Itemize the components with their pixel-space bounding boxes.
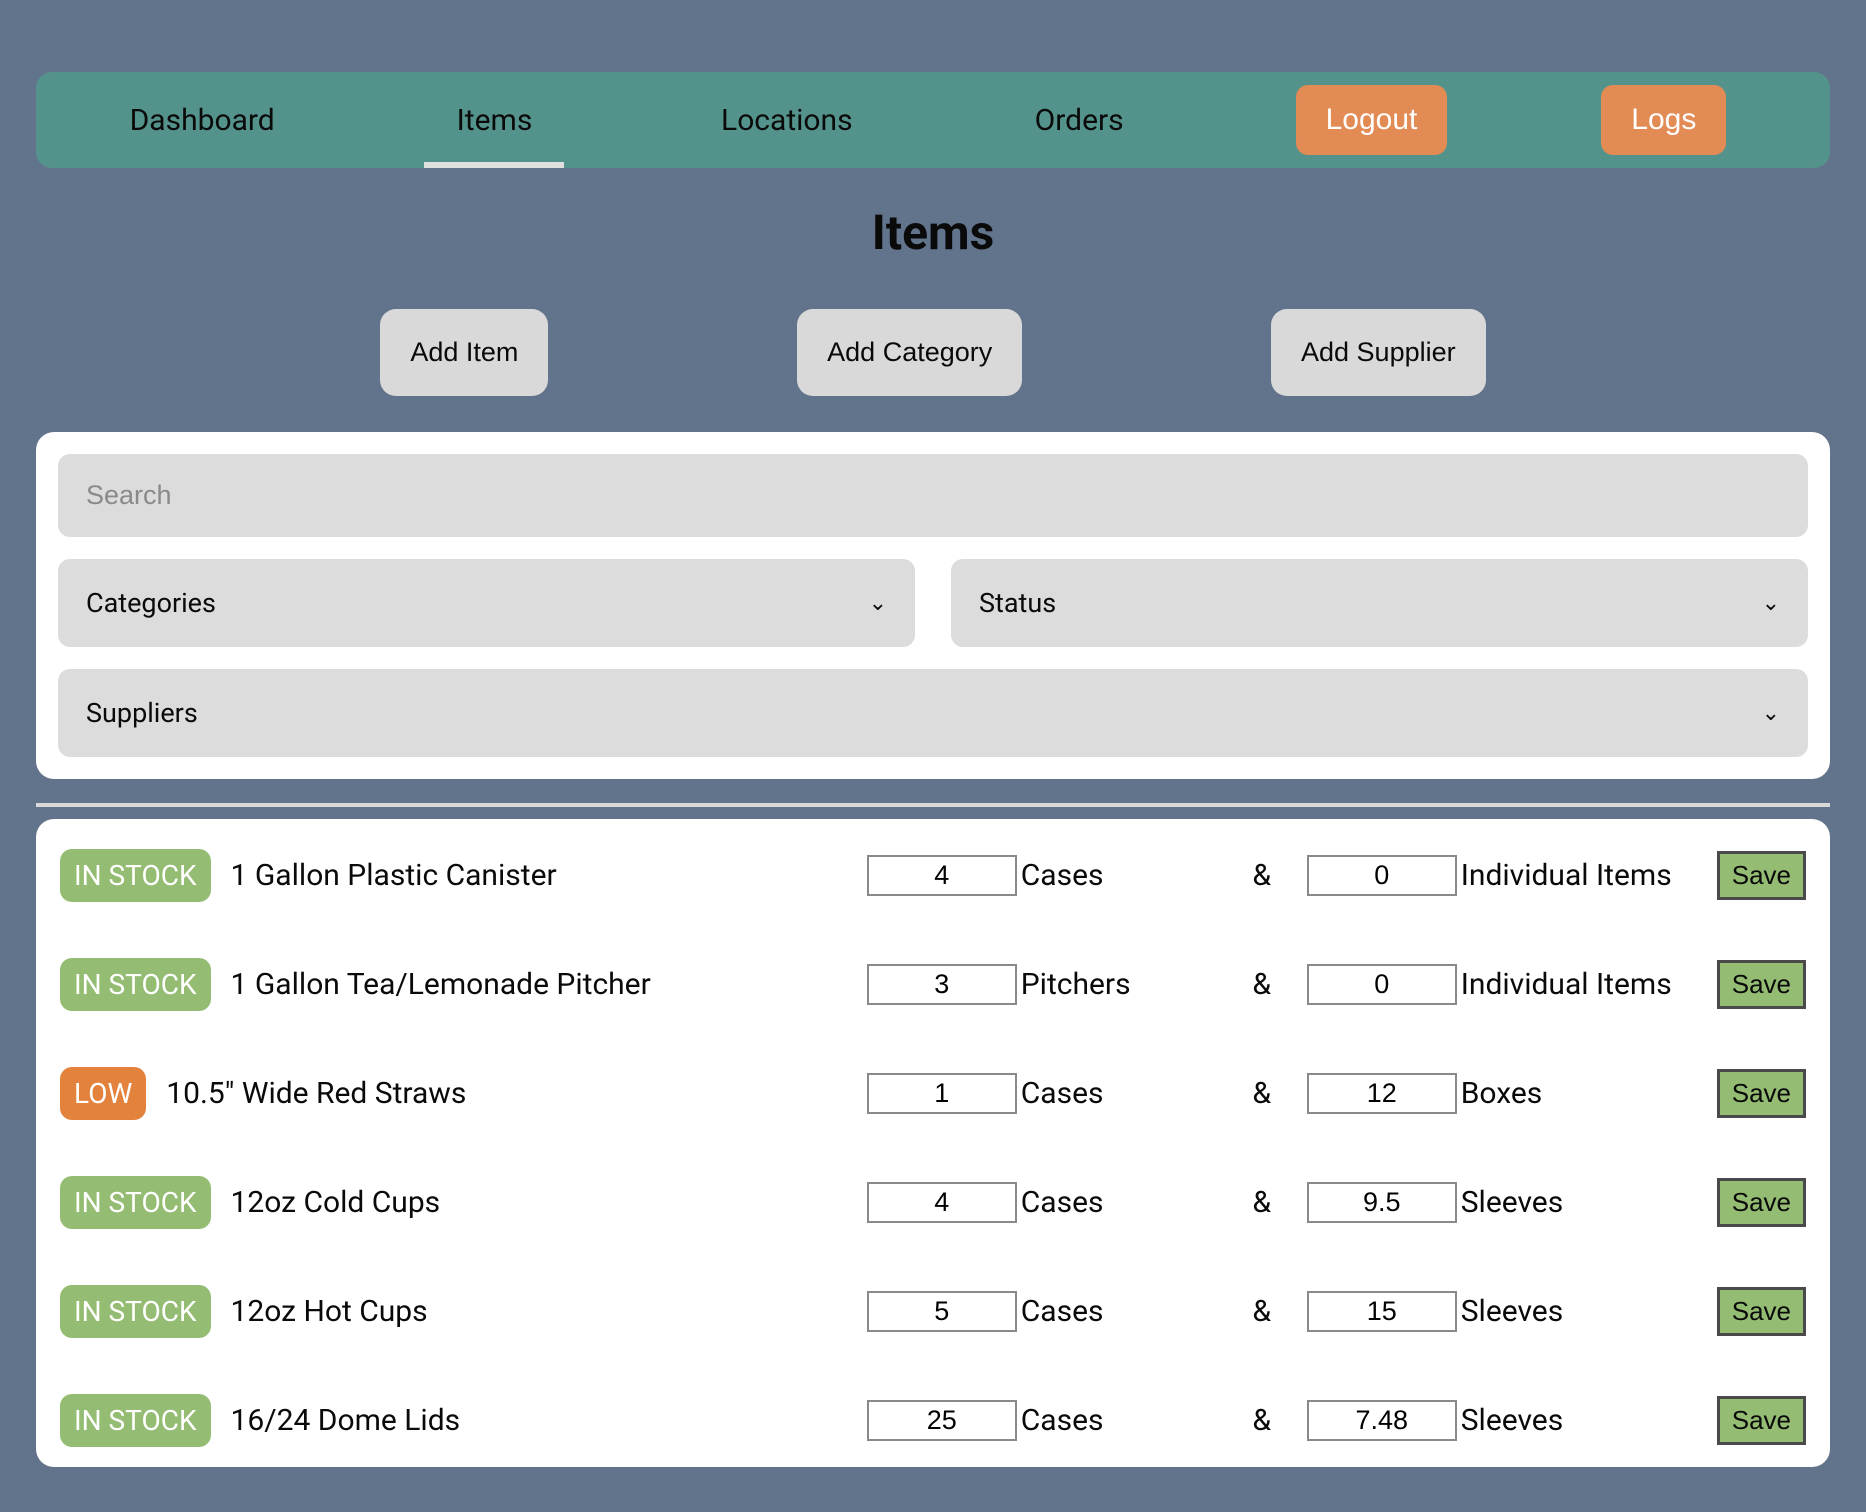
item-name: 1 Gallon Plastic Canister <box>231 858 857 893</box>
item-row: IN STOCK 12oz Hot Cups Cases & Sleeves S… <box>60 1285 1806 1338</box>
categories-label: Categories <box>86 587 216 619</box>
page-title: Items <box>0 204 1866 261</box>
unit1-label: Cases <box>1017 1185 1227 1220</box>
item-row: IN STOCK 16/24 Dome Lids Cases & Sleeves… <box>60 1394 1806 1447</box>
ampersand: & <box>1227 1076 1297 1111</box>
ampersand: & <box>1227 858 1297 893</box>
qty1-input[interactable] <box>867 1400 1017 1441</box>
nav-item-locations[interactable]: Locations <box>641 72 933 168</box>
unit1-label: Cases <box>1017 858 1227 893</box>
status-label: Status <box>979 587 1056 619</box>
qty1-input[interactable] <box>867 964 1017 1005</box>
add-category-button[interactable]: Add Category <box>797 309 1022 396</box>
unit1-label: Cases <box>1017 1294 1227 1329</box>
unit1-label: Pitchers <box>1017 967 1227 1002</box>
status-badge: IN STOCK <box>60 1176 211 1229</box>
suppliers-dropdown[interactable]: Suppliers ⌄ <box>58 669 1808 757</box>
qty2-input[interactable] <box>1307 964 1457 1005</box>
search-input[interactable] <box>58 454 1808 537</box>
save-button[interactable]: Save <box>1717 960 1806 1009</box>
save-button[interactable]: Save <box>1717 851 1806 900</box>
item-row: IN STOCK 1 Gallon Tea/Lemonade Pitcher P… <box>60 958 1806 1011</box>
save-button[interactable]: Save <box>1717 1396 1806 1445</box>
ampersand: & <box>1227 1185 1297 1220</box>
qty2-input[interactable] <box>1307 1182 1457 1223</box>
status-dropdown[interactable]: Status ⌄ <box>951 559 1808 647</box>
item-name: 10.5" Wide Red Straws <box>166 1076 856 1111</box>
ampersand: & <box>1227 967 1297 1002</box>
status-badge: IN STOCK <box>60 1394 211 1447</box>
status-badge: IN STOCK <box>60 849 211 902</box>
unit2-label: Individual Items <box>1457 967 1717 1002</box>
ampersand: & <box>1227 1294 1297 1329</box>
item-row: IN STOCK 12oz Cold Cups Cases & Sleeves … <box>60 1176 1806 1229</box>
chevron-down-icon: ⌄ <box>869 591 887 616</box>
status-badge: IN STOCK <box>60 958 211 1011</box>
item-name: 12oz Cold Cups <box>231 1185 857 1220</box>
unit2-label: Boxes <box>1457 1076 1717 1111</box>
action-buttons: Add Item Add Category Add Supplier <box>36 309 1830 396</box>
nav-item-logs-wrapper: Logs <box>1518 72 1810 168</box>
nav-item-logout-wrapper: Logout <box>1225 72 1517 168</box>
filters-card: Categories ⌄ Status ⌄ Suppliers ⌄ <box>36 432 1830 779</box>
divider <box>36 803 1830 807</box>
save-button[interactable]: Save <box>1717 1287 1806 1336</box>
qty1-input[interactable] <box>867 1182 1017 1223</box>
qty1-input[interactable] <box>867 1073 1017 1114</box>
item-row: IN STOCK 1 Gallon Plastic Canister Cases… <box>60 849 1806 902</box>
logs-button[interactable]: Logs <box>1601 85 1726 155</box>
qty2-input[interactable] <box>1307 1291 1457 1332</box>
unit2-label: Individual Items <box>1457 858 1717 893</box>
add-item-button[interactable]: Add Item <box>380 309 548 396</box>
qty1-input[interactable] <box>867 1291 1017 1332</box>
unit1-label: Cases <box>1017 1076 1227 1111</box>
unit1-label: Cases <box>1017 1403 1227 1438</box>
item-row: LOW 10.5" Wide Red Straws Cases & Boxes … <box>60 1067 1806 1120</box>
qty2-input[interactable] <box>1307 855 1457 896</box>
chevron-down-icon: ⌄ <box>1762 591 1780 616</box>
save-button[interactable]: Save <box>1717 1178 1806 1227</box>
categories-dropdown[interactable]: Categories ⌄ <box>58 559 915 647</box>
items-card: IN STOCK 1 Gallon Plastic Canister Cases… <box>36 819 1830 1467</box>
nav-bar: Dashboard Items Locations Orders Logout … <box>36 72 1830 168</box>
item-name: 16/24 Dome Lids <box>231 1403 857 1438</box>
item-name: 12oz Hot Cups <box>231 1294 857 1329</box>
add-supplier-button[interactable]: Add Supplier <box>1271 309 1486 396</box>
chevron-down-icon: ⌄ <box>1762 701 1780 726</box>
nav-item-dashboard[interactable]: Dashboard <box>56 72 348 168</box>
unit2-label: Sleeves <box>1457 1403 1717 1438</box>
qty1-input[interactable] <box>867 855 1017 896</box>
status-badge: LOW <box>60 1067 146 1120</box>
unit2-label: Sleeves <box>1457 1294 1717 1329</box>
status-badge: IN STOCK <box>60 1285 211 1338</box>
nav-item-items[interactable]: Items <box>348 72 640 168</box>
logout-button[interactable]: Logout <box>1296 85 1448 155</box>
unit2-label: Sleeves <box>1457 1185 1717 1220</box>
qty2-input[interactable] <box>1307 1073 1457 1114</box>
nav-item-orders[interactable]: Orders <box>933 72 1225 168</box>
suppliers-label: Suppliers <box>86 697 198 729</box>
item-name: 1 Gallon Tea/Lemonade Pitcher <box>231 967 857 1002</box>
ampersand: & <box>1227 1403 1297 1438</box>
save-button[interactable]: Save <box>1717 1069 1806 1118</box>
qty2-input[interactable] <box>1307 1400 1457 1441</box>
